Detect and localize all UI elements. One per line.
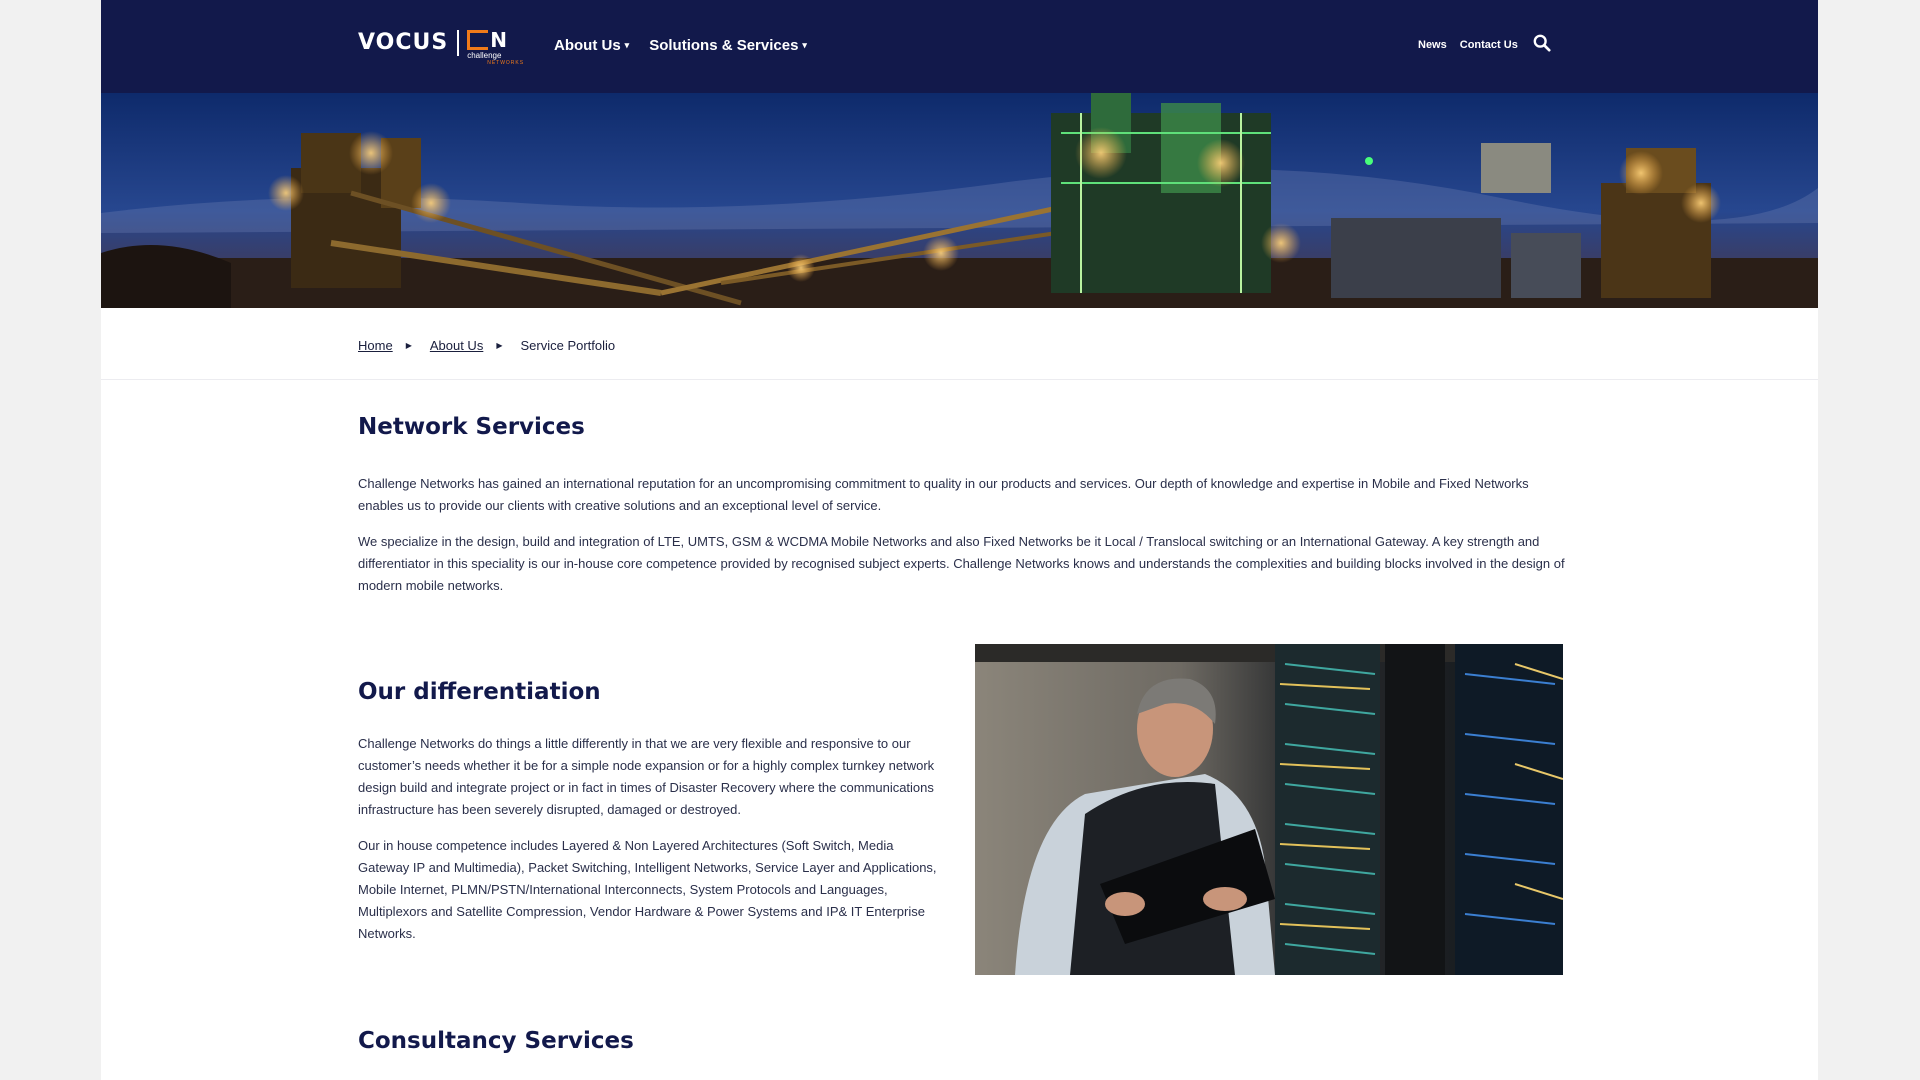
differentiation-heading: Our differentiation [358, 679, 601, 705]
logo-c-shape [467, 30, 489, 50]
utility-nav: News Contact Us [1418, 34, 1551, 52]
logo-sub-name: challenge [467, 51, 502, 60]
nav-solutions-label: Solutions & Services [649, 37, 799, 54]
caret-right-icon: ▶ [496, 341, 503, 350]
differentiation-paragraph-1: Challenge Networks do things a little di… [358, 736, 935, 817]
nav-solutions-services[interactable]: Solutions & Services ▾ [649, 37, 807, 54]
network-services-heading: Network Services [358, 414, 585, 440]
network-paragraph-1: Challenge Networks has gained an interna… [358, 476, 1529, 513]
main-nav: About Us ▾ Solutions & Services ▾ [554, 37, 807, 54]
logo-challenge-networks: N challenge NETWORKS [467, 30, 524, 66]
nav-about-us-label: About Us [554, 37, 621, 54]
logo-cn-mark: N [467, 30, 507, 50]
logo-divider [457, 30, 460, 56]
breadcrumb-current: Service Portfolio [520, 338, 616, 353]
consultancy-heading: Consultancy Services [358, 1028, 634, 1054]
caret-right-icon: ▶ [405, 341, 412, 350]
nav-about-us[interactable]: About Us ▾ [554, 37, 629, 54]
logo-sub-tag: NETWORKS [487, 60, 525, 66]
differentiation-paragraph-2: Our in house competence includes Layered… [358, 838, 937, 941]
search-icon[interactable] [1533, 34, 1551, 52]
engineer-server-room-photo [975, 644, 1563, 975]
hero-banner-image [101, 93, 1818, 308]
nav-news-link[interactable]: News [1418, 39, 1447, 51]
breadcrumb-divider [101, 379, 1818, 380]
logo-vocus-text: VOCUS [358, 30, 449, 55]
breadcrumb: Home ▶ About Us ▶ Service Portfolio [358, 338, 615, 353]
nav-contact-link[interactable]: Contact Us [1460, 39, 1518, 51]
site-header: VOCUS N challenge NETWORKS About Us ▾ So… [101, 0, 1818, 93]
logo[interactable]: VOCUS N challenge NETWORKS [358, 30, 524, 68]
chevron-down-icon: ▾ [802, 40, 807, 50]
network-paragraph-2: We specialize in the design, build and i… [358, 534, 1565, 593]
page: VOCUS N challenge NETWORKS About Us ▾ So… [101, 0, 1818, 1080]
breadcrumb-home-link[interactable]: Home [358, 338, 393, 353]
logo-n-letter: N [490, 28, 507, 52]
chevron-down-icon: ▾ [624, 40, 630, 50]
breadcrumb-about-link[interactable]: About Us [430, 338, 483, 353]
